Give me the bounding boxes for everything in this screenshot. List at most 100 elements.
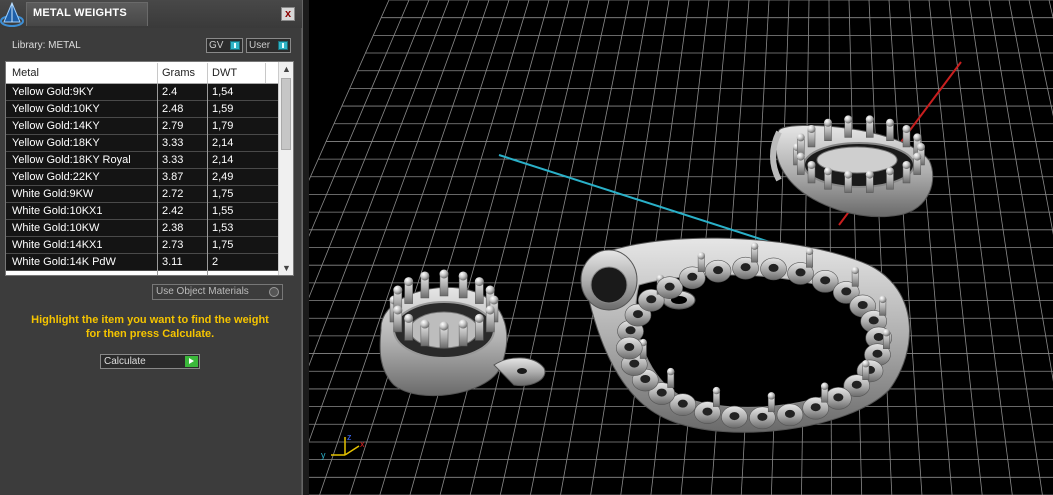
oval-halo-setting-model[interactable] [580,237,910,433]
user-toggle[interactable]: User [246,38,291,53]
table-row[interactable]: White Gold:10KW 2.38 1,53 [6,220,278,237]
gv-toggle-label: GV [209,40,224,51]
table-row[interactable]: White Gold:10KX1 2.42 1,55 [6,203,278,220]
table-row[interactable]: Yellow Gold:9KY 2.4 1,54 [6,84,278,101]
metal-table: Metal Grams DWT Yellow Gold:9KY 2.4 1,54 Ye… [5,61,294,276]
column-header-grams[interactable]: Grams [162,67,195,79]
halo-seat [833,393,844,402]
halo-seat [677,399,688,408]
round-setting-model[interactable] [379,269,546,397]
axis-triad: z x y [321,432,365,460]
column-line [157,84,158,275]
table-row[interactable]: Yellow Gold:14KY 2.79 1,79 [6,118,278,135]
instruction-hint: Highlight the item you want to find the … [10,313,290,341]
cell-metal: Yellow Gold:9KY [12,86,94,98]
halo-seat [624,343,635,352]
3d-viewport[interactable]: z x y [309,0,1053,495]
prong-tip [886,167,894,176]
table-header: Metal Grams DWT [6,62,278,84]
user-toggle-label: User [249,40,271,51]
pear-setting-model[interactable] [770,115,934,218]
halo-seat [646,295,657,304]
prong-tip [404,313,414,323]
prong-tip [712,386,721,395]
cell-metal: Yellow Gold:14KY [12,120,100,132]
prong-tip [458,319,468,329]
cell-metal: Yellow Gold:10KY [12,103,100,115]
scroll-down-icon[interactable]: ▼ [279,261,293,275]
prong-tip [474,277,484,287]
halo-seat [810,403,821,412]
radio-icon[interactable] [269,287,279,297]
gv-toggle[interactable]: GV [206,38,243,53]
cell-metal: White Gold:10KW [12,222,100,234]
prong-tip [844,170,853,179]
prong-tip [767,392,776,400]
table-row[interactable]: Yellow Gold:18KY Royal 3.33 2,14 [6,152,278,169]
prong-tip [807,125,816,134]
scroll-thumb[interactable] [281,78,291,150]
halo-seat [841,287,852,296]
library-label: Library: METAL [12,40,81,51]
halo-seat [851,380,862,389]
panel-splitter[interactable] [302,0,309,495]
table-row[interactable]: Yellow Gold:22KY 3.87 2,49 [6,169,278,186]
halo-seat [768,263,779,272]
panel-titlebar: METAL WEIGHTS x [0,0,302,28]
prong-tip [474,313,484,323]
prong-tip [420,271,430,281]
halo-seat [702,407,713,416]
cell-grams: 2.79 [162,120,184,132]
cell-dwt: 2,14 [212,137,234,149]
hint-line-2: for then press Calculate. [85,328,215,340]
cell-metal: White Gold:10KX1 [12,205,103,217]
prong-tip [886,118,894,127]
prong-tip [485,285,495,295]
table-row[interactable]: White Gold:9KW 2.72 1,75 [6,186,278,203]
prong-tip [458,271,468,281]
prong-tip [902,160,911,169]
table-body: Yellow Gold:9KY 2.4 1,54 Yellow Gold:10KY 2.… [6,84,278,271]
cell-grams: 3.33 [162,154,184,166]
prong-tip [824,167,832,176]
table-row[interactable]: Yellow Gold:10KY 2.48 1,59 [6,101,278,118]
viewport-scene[interactable]: z x y [309,0,1053,495]
use-object-materials-label: Use Object Materials [156,286,249,297]
table-row[interactable]: Yellow Gold:18KY 3.33 2,14 [6,135,278,152]
axis-label-z: z [347,432,352,442]
halo-seat [656,388,667,397]
halo-seat [795,268,806,277]
scroll-up-icon[interactable]: ▲ [279,62,293,76]
panel-title-tab: METAL WEIGHTS [26,2,148,26]
prong-tip [882,329,891,337]
prong-tip [844,115,853,124]
calculate-button[interactable]: Calculate [100,354,200,369]
cell-grams: 2.4 [162,86,178,98]
cell-dwt: 2 [212,256,219,268]
halo-seat [873,332,884,341]
column-divider[interactable] [157,63,158,83]
column-divider[interactable] [265,63,266,83]
cell-metal: White Gold:14K PdW [12,256,116,268]
halo-seat [757,412,768,421]
table-scrollbar[interactable]: ▲ ▼ [278,62,293,275]
cell-grams: 3.87 [162,171,184,183]
prong-tip [851,266,859,275]
use-object-materials-option[interactable]: Use Object Materials [152,284,283,300]
table-row[interactable]: White Gold:14K PdW 3.11 2 [6,254,278,271]
cell-dwt: 2,14 [212,154,234,166]
axis-label-x: x [360,439,365,449]
prong-tip [485,305,495,315]
column-divider[interactable] [207,63,208,83]
cell-dwt: 1,79 [212,120,234,132]
prong-tip [913,133,922,142]
cell-grams: 2.42 [162,205,184,217]
table-row[interactable]: White Gold:14KX1 2.73 1,75 [6,237,278,254]
column-header-dwt[interactable]: DWT [212,67,237,79]
metal-weights-panel: METAL WEIGHTS x Library: METAL GV User M… [0,0,302,495]
cell-dwt: 1,59 [212,103,234,115]
toggle-knob-icon [230,41,240,50]
close-icon[interactable]: x [281,7,295,21]
cell-grams: 3.33 [162,137,184,149]
column-header-metal[interactable]: Metal [12,67,39,79]
